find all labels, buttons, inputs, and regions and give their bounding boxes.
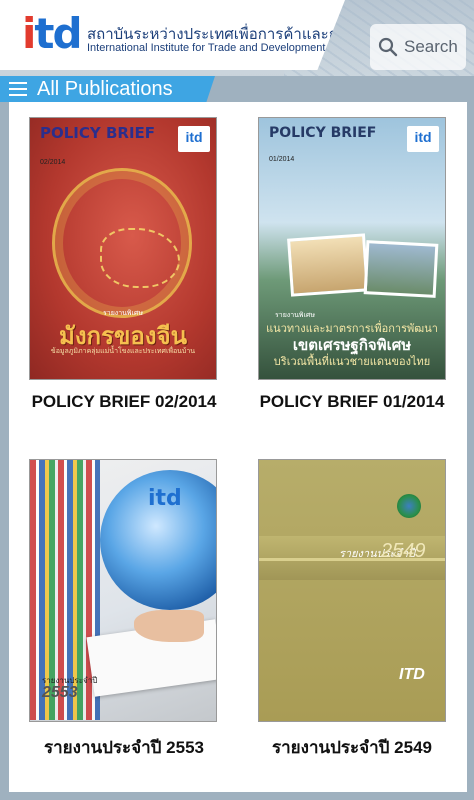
search-icon bbox=[378, 37, 398, 57]
cover-logo: itd bbox=[148, 486, 182, 511]
cover-year: 2549 bbox=[381, 540, 426, 562]
section-bar: All Publications bbox=[0, 76, 215, 102]
cover-issue: 02/2014 bbox=[40, 159, 66, 166]
section-title: All Publications bbox=[37, 77, 173, 100]
search-button[interactable]: Search bbox=[370, 24, 466, 70]
publication-cover[interactable]: POLICY BRIEF 01/2014 itd รายงานพิเศษ แนว… bbox=[258, 117, 446, 380]
publication-title[interactable]: POLICY BRIEF 01/2014 bbox=[237, 392, 467, 412]
publication-cover[interactable]: itd รายงานประจำปี 2553 bbox=[29, 459, 217, 722]
publication-title[interactable]: รายงานประจำปี 2553 bbox=[9, 734, 239, 761]
org-name-english: International Institute for Trade and De… bbox=[87, 42, 326, 54]
cover-subtitle: ข้อมูลภูมิภาคลุ่มแม่น้ำโขงและประเทศเพื่อ… bbox=[50, 348, 196, 355]
cover-photo bbox=[287, 233, 369, 297]
cover-series-title: POLICY BRIEF bbox=[269, 125, 377, 141]
publications-grid: POLICY BRIEF 02/2014 itd รายงานพิเศษ มัง… bbox=[9, 102, 467, 792]
publication-title[interactable]: รายงานประจำปี 2549 bbox=[237, 734, 467, 761]
cover-logo: itd bbox=[407, 126, 439, 152]
hamburger-menu-icon[interactable] bbox=[9, 82, 27, 96]
publication-title[interactable]: POLICY BRIEF 02/2014 bbox=[9, 392, 239, 412]
search-label: Search bbox=[404, 37, 458, 56]
publication-cover[interactable]: POLICY BRIEF 02/2014 itd รายงานพิเศษ มัง… bbox=[29, 117, 217, 380]
cover-line-3: บริเวณพื้นที่แนวชายแดนของไทย bbox=[273, 356, 431, 368]
hand-illustration bbox=[134, 610, 204, 642]
emblem-icon bbox=[397, 494, 421, 518]
app-header: itd สถาบันระหว่างประเทศเพื่อการค้าและการ… bbox=[0, 0, 474, 76]
cover-logo: ITD bbox=[399, 666, 425, 683]
publication-cover[interactable]: รายงานประจำปี 2549 ITD bbox=[258, 459, 446, 722]
itd-logo: itd bbox=[22, 9, 83, 58]
cover-photo bbox=[363, 240, 439, 298]
cover-series-title: POLICY BRIEF bbox=[40, 124, 156, 142]
cover-year: 2553 bbox=[42, 684, 78, 701]
cover-issue: 01/2014 bbox=[269, 156, 295, 163]
logo-panel[interactable]: itd สถาบันระหว่างประเทศเพื่อการค้าและการ… bbox=[0, 0, 345, 70]
cover-logo: itd bbox=[178, 126, 210, 152]
